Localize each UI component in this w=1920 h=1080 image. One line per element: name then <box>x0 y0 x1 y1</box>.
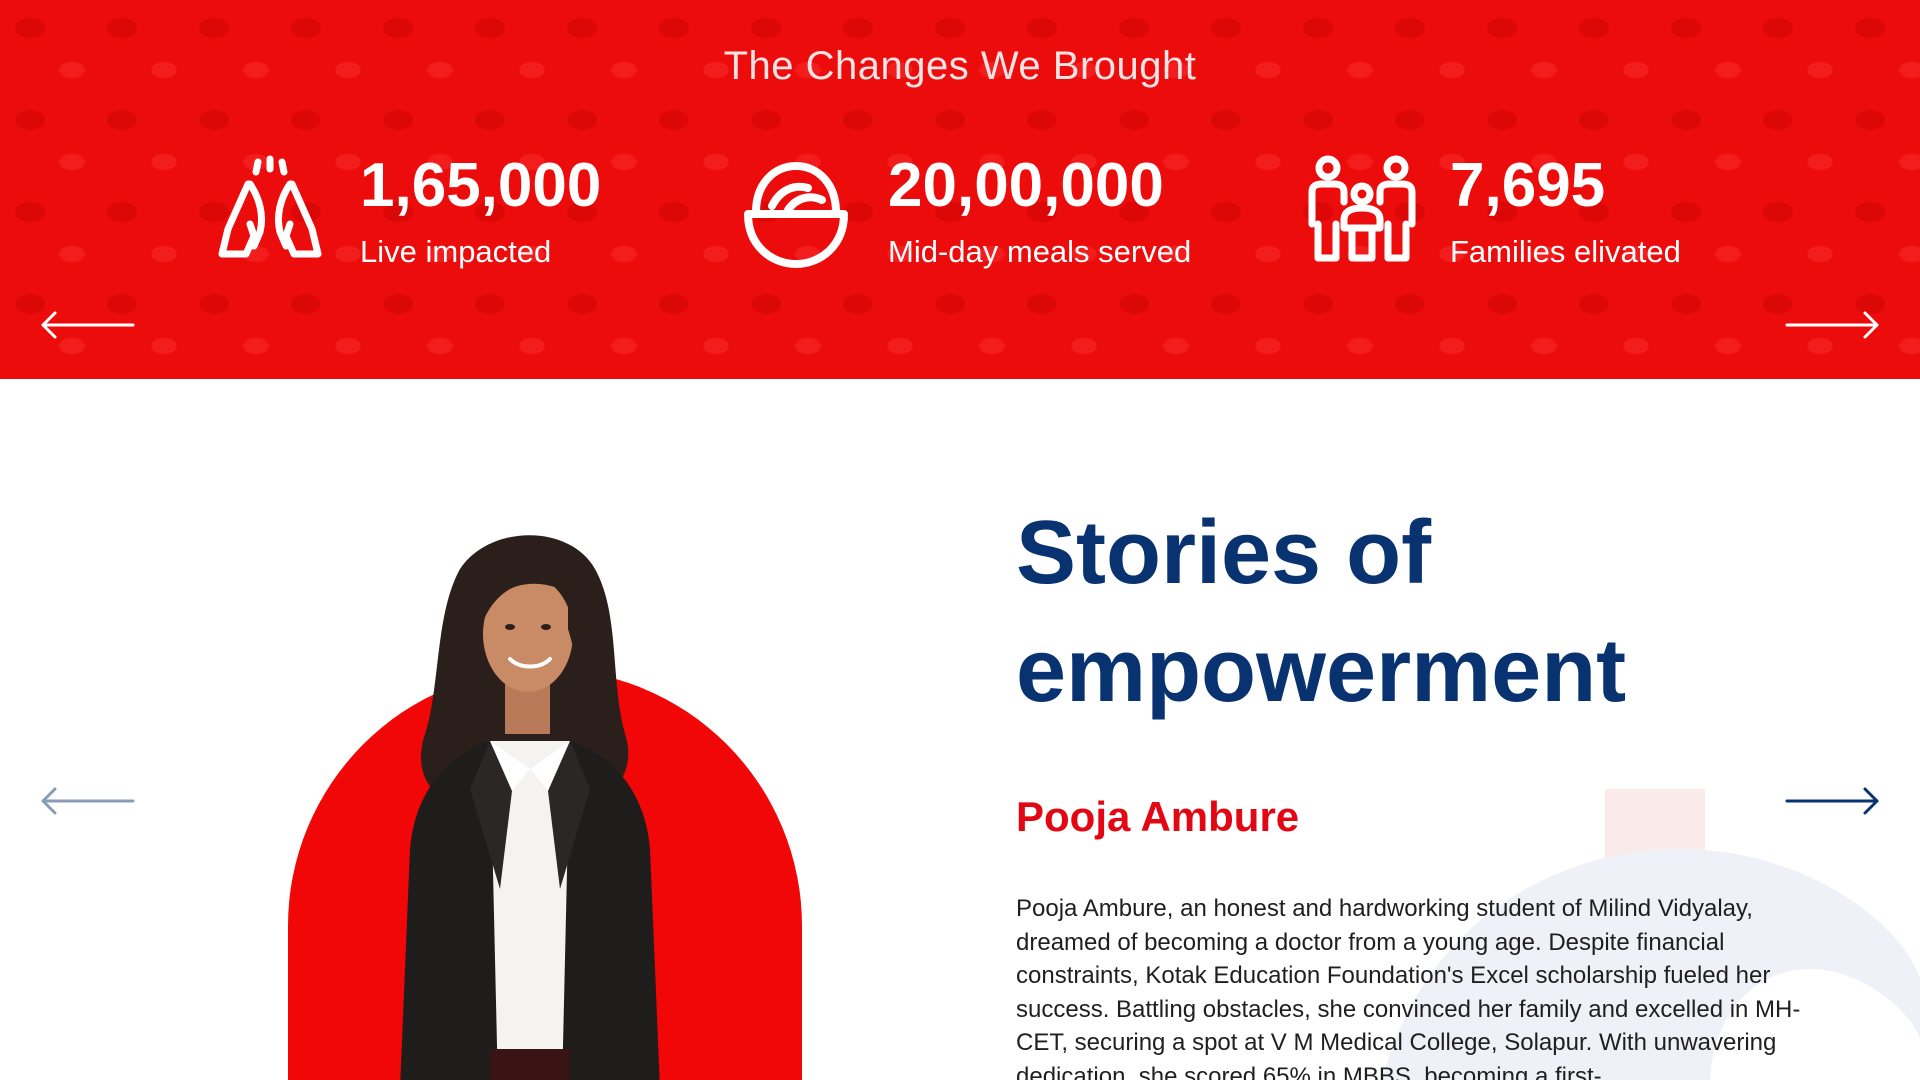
stat-label: Families elivated <box>1450 234 1681 269</box>
story-text: Pooja Ambure, an honest and hardworking … <box>1016 895 1801 1080</box>
stat-families-elevated: 7,695 Families elivated <box>1304 150 1724 280</box>
stat-value: 20,00,000 <box>888 151 1164 220</box>
stat-label: Mid-day meals served <box>888 234 1192 269</box>
stories-prev-button[interactable] <box>40 786 136 816</box>
stats-prev-button[interactable] <box>40 310 136 340</box>
stat-meals-served: 20,00,000 Mid-day meals served <box>738 150 1198 280</box>
student-photo <box>340 529 720 1080</box>
stats-section: The Changes We Brought 1,65,000 Live imp… <box>0 0 1920 379</box>
stories-section: Stories of empowerment Pooja Ambure Pooj… <box>0 379 1920 1080</box>
meal-bowl-icon <box>738 154 854 270</box>
stats-next-button[interactable] <box>1784 310 1880 340</box>
arrow-right-icon <box>1784 786 1880 816</box>
arrow-left-icon <box>40 786 136 816</box>
stats-title: The Changes We Brought <box>723 44 1197 88</box>
stories-heading: Stories of empowerment <box>1016 503 1627 721</box>
story-person-name: Pooja Ambure <box>1016 793 1300 840</box>
stat-value: 1,65,000 <box>360 151 602 220</box>
arrow-right-icon <box>1784 310 1880 340</box>
stat-lives-impacted: 1,65,000 Live impacted <box>210 150 650 280</box>
family-icon <box>1304 154 1420 270</box>
arrow-left-icon <box>40 310 136 340</box>
stat-value: 7,695 <box>1450 151 1606 220</box>
stories-next-button[interactable] <box>1784 786 1880 816</box>
praying-hands-icon <box>210 154 326 270</box>
stat-label: Live impacted <box>360 234 552 269</box>
